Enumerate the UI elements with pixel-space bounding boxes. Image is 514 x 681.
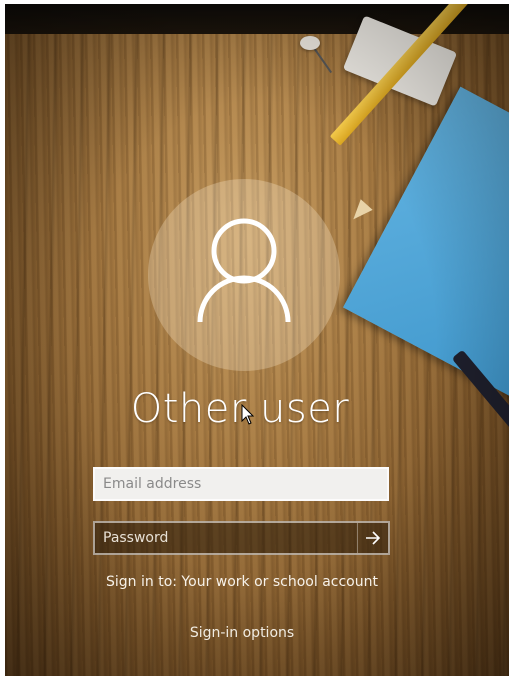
notebook-decoration (343, 86, 509, 402)
mouse-cursor-icon (241, 404, 255, 425)
pushpin-decoration (300, 36, 320, 50)
user-avatar (148, 179, 340, 371)
user-icon (197, 218, 291, 323)
password-field[interactable] (95, 523, 357, 553)
sign-in-options-link[interactable]: Sign-in options (5, 625, 479, 641)
sign-in-target-text: Sign in to: Your work or school account (106, 574, 378, 590)
username-label: Other user (130, 386, 350, 432)
arrow-right-icon (366, 531, 381, 545)
lock-screen-background: Other user Sign in to: Your work or scho… (5, 4, 509, 676)
email-address-field[interactable] (93, 467, 389, 501)
pushpin-needle-decoration (313, 47, 333, 74)
password-field-container (93, 521, 390, 555)
pencil-tip-decoration (347, 199, 373, 225)
submit-button[interactable] (357, 523, 388, 553)
